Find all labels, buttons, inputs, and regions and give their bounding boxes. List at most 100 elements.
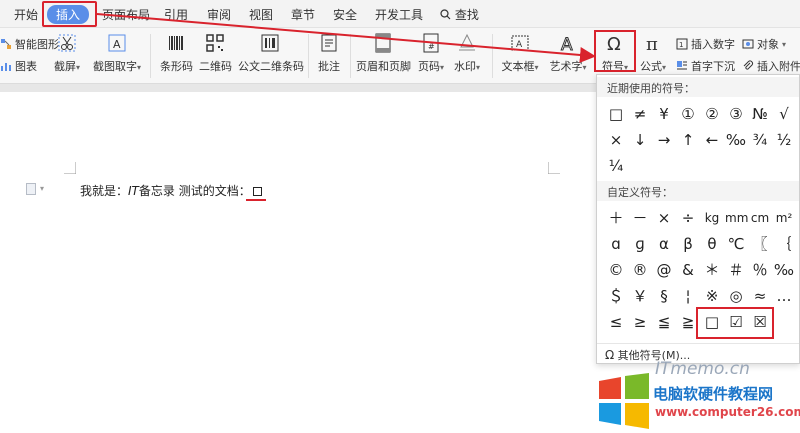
chart-button[interactable]: 图表 [0, 58, 37, 74]
menu-start[interactable]: 开始 [14, 6, 38, 23]
symbol-cell[interactable]: № [749, 103, 771, 125]
symbol-cell[interactable]: ÷ [677, 207, 699, 229]
symbol-cell[interactable]: － [629, 207, 651, 229]
symbol-cell[interactable]: ① [677, 103, 699, 125]
barcode-button[interactable]: 条形码 [160, 32, 193, 74]
svg-text:A: A [516, 40, 523, 50]
symbol-cell[interactable]: ｛ [773, 233, 795, 255]
barcode-icon [169, 36, 183, 50]
qrcode-button[interactable]: 二维码 [199, 32, 232, 74]
symbol-cell[interactable]: @ [653, 259, 675, 281]
symbol-cell[interactable]: & [677, 259, 699, 281]
symbol-cell[interactable]: ≤ [605, 311, 627, 333]
symbol-cell[interactable]: ◎ [725, 285, 747, 307]
attachment-label: 插入附件 [757, 60, 800, 73]
symbol-highlight-box [594, 30, 636, 72]
symbol-cell[interactable]: ↑ [677, 129, 699, 151]
menu-developer[interactable]: 开发工具 [375, 6, 423, 23]
symbol-cell[interactable]: × [605, 129, 627, 151]
formula-label: 公式▾ [639, 60, 666, 73]
symbol-cell[interactable]: ＃ [725, 259, 747, 281]
textbox-icon: A [511, 35, 529, 51]
menu-review[interactable]: 审阅 [207, 6, 231, 23]
symbol-cell[interactable]: cm [749, 207, 771, 229]
menu-search-label: 查找 [454, 8, 479, 22]
symbol-cell[interactable]: … [773, 285, 795, 307]
symbol-cell[interactable]: □ [605, 103, 627, 125]
symbol-cell[interactable]: ≠ [629, 103, 651, 125]
symbol-cell[interactable]: → [653, 129, 675, 151]
symbol-cell[interactable]: ɡ [629, 233, 651, 255]
symbol-cell[interactable]: ℃ [725, 233, 747, 255]
svg-text:A: A [561, 35, 573, 54]
formula-button[interactable]: π 公式▾ [638, 32, 668, 74]
symbol-cell[interactable]: ← [701, 129, 723, 151]
textbox-button[interactable]: A 文本框▾ [500, 32, 540, 74]
symbol-cell[interactable]: ≦ [653, 311, 675, 333]
menu-page-layout[interactable]: 页面布局 [102, 6, 150, 23]
symbol-cell[interactable]: β [677, 233, 699, 255]
symbol-cell[interactable]: ¦ [677, 285, 699, 307]
watermark-button[interactable]: 水印▾ [452, 32, 482, 74]
symbol-cell[interactable]: ≥ [629, 311, 651, 333]
menu-references[interactable]: 引用 [164, 6, 188, 23]
number-icon: 1 [676, 38, 688, 50]
page-corner-mark [548, 162, 560, 174]
symbol-cell[interactable]: ② [701, 103, 723, 125]
symbol-cell[interactable]: ¥ [653, 103, 675, 125]
symbol-cell[interactable]: ≈ [749, 285, 771, 307]
symbol-cell[interactable]: ＊ [701, 259, 723, 281]
symbol-cell[interactable]: ③ [725, 103, 747, 125]
symbol-cell[interactable]: θ [701, 233, 723, 255]
symbol-cell[interactable]: mm [725, 207, 748, 229]
screenshot-button[interactable]: 截屏▾ [52, 32, 82, 74]
wordart-icon: A [561, 35, 574, 55]
paragraph-icon[interactable] [26, 183, 36, 195]
text-capture-icon: A [108, 34, 126, 52]
comment-button[interactable]: 批注 [316, 32, 342, 74]
wordart-button[interactable]: A 艺术字▾ [548, 32, 588, 74]
watermark-icon [459, 33, 475, 51]
screenshot-text-button[interactable]: A 截图取字▾ [92, 32, 142, 74]
symbol-cell[interactable]: ＄ [605, 285, 627, 307]
symbol-cell[interactable]: © [605, 259, 627, 281]
symbol-cell[interactable]: ® [629, 259, 651, 281]
symbol-cell[interactable]: ＋ [605, 207, 627, 229]
header-footer-button[interactable]: 页眉和页脚 [356, 32, 411, 74]
symbol-cell[interactable]: ½ [773, 129, 795, 151]
symbol-cell[interactable]: ％ [749, 259, 771, 281]
symbol-cell[interactable]: × [653, 207, 675, 229]
symbol-cell[interactable]: ɑ [605, 233, 627, 255]
symbol-cell[interactable]: ￥ [629, 285, 651, 307]
menu-chapter[interactable]: 章节 [291, 6, 315, 23]
symbol-cell[interactable]: § [653, 285, 675, 307]
attachment-button[interactable]: 插入附件 [742, 58, 800, 74]
menu-search[interactable]: 查找 [440, 6, 479, 23]
doc-barcode-button[interactable]: 公文二维条码 [238, 32, 304, 74]
drop-cap-button[interactable]: 首字下沉 [676, 58, 735, 74]
symbol-cell[interactable]: ¼ [605, 155, 627, 177]
insert-number-button[interactable]: 1 插入数字 [676, 36, 735, 52]
pi-icon: π [646, 34, 658, 54]
symbol-cell[interactable]: ‰ [773, 259, 795, 281]
symbol-cell[interactable]: ‰ [725, 129, 747, 151]
symbol-cell[interactable]: √ [773, 103, 795, 125]
menu-security[interactable]: 安全 [333, 6, 357, 23]
watermark-url-text: www.computer26.com [655, 405, 800, 419]
chevron-down-icon: ▾ [40, 184, 45, 193]
object-button[interactable]: 对象 ▾ [742, 36, 786, 52]
chart-icon [1, 63, 11, 71]
symbol-cell[interactable]: m² [773, 207, 795, 229]
page-number-button[interactable]: # 页码▾ [416, 32, 446, 74]
symbol-cell[interactable]: ↓ [629, 129, 651, 151]
symbol-cell[interactable]: 〖 [749, 233, 771, 255]
symbol-cell[interactable]: α [653, 233, 675, 255]
object-icon [742, 39, 754, 49]
symbol-cell[interactable]: ※ [701, 285, 723, 307]
document-text-line[interactable]: 我就是：IT备忘录 测试的文档： [80, 182, 262, 199]
symbol-cell[interactable]: kg [701, 207, 723, 229]
svg-text:A: A [113, 38, 121, 51]
symbol-cell[interactable]: ¾ [749, 129, 771, 151]
menu-view[interactable]: 视图 [249, 6, 273, 23]
smart-shape-button[interactable]: 智能图形 [0, 36, 59, 52]
